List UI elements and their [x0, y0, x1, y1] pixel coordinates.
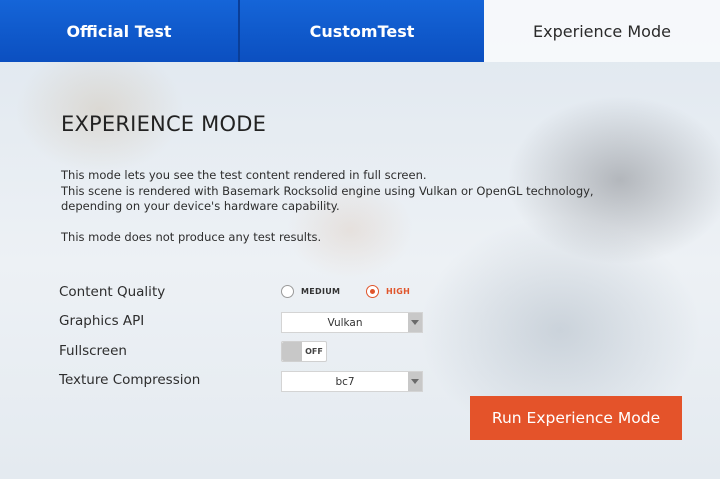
- tab-bar: Official Test CustomTest Experience Mode: [0, 0, 720, 62]
- radio-selected-icon: [366, 284, 379, 298]
- radio-circle-icon: [281, 284, 294, 298]
- description-line: This mode lets you see the test content …: [61, 168, 427, 182]
- radio-medium[interactable]: MEDIUM: [281, 284, 340, 298]
- fullscreen-toggle[interactable]: OFF: [281, 341, 327, 362]
- texture-compression-value: bc7: [335, 375, 355, 388]
- radio-high[interactable]: HIGH: [366, 284, 410, 298]
- graphics-api-value: Vulkan: [327, 316, 363, 329]
- chevron-down-icon[interactable]: [408, 372, 422, 391]
- content-quality-label: Content Quality: [59, 284, 166, 300]
- radio-medium-label: MEDIUM: [301, 286, 341, 296]
- tab-custom-test[interactable]: CustomTest: [240, 0, 484, 62]
- toggle-knob: [282, 342, 302, 361]
- graphics-api-select[interactable]: Vulkan: [281, 312, 423, 333]
- fullscreen-label: Fullscreen: [59, 343, 127, 359]
- page-title: EXPERIENCE MODE: [61, 112, 267, 136]
- chevron-down-icon[interactable]: [408, 313, 422, 332]
- description-note: This mode does not produce any test resu…: [61, 229, 322, 244]
- texture-compression-label: Texture Compression: [59, 372, 201, 388]
- texture-compression-select[interactable]: bc7: [281, 371, 423, 392]
- description-block: This mode lets you see the test content …: [61, 168, 621, 245]
- run-experience-mode-button[interactable]: Run Experience Mode: [470, 396, 682, 440]
- fullscreen-state: OFF: [305, 347, 323, 356]
- radio-high-label: HIGH: [386, 286, 411, 296]
- graphics-api-label: Graphics API: [59, 313, 145, 329]
- description-line: This scene is rendered with Basemark Roc…: [61, 183, 594, 198]
- description-line: depending on your device's hardware capa…: [61, 199, 340, 213]
- tab-official-test[interactable]: Official Test: [0, 0, 240, 62]
- tab-experience-mode[interactable]: Experience Mode: [484, 0, 720, 62]
